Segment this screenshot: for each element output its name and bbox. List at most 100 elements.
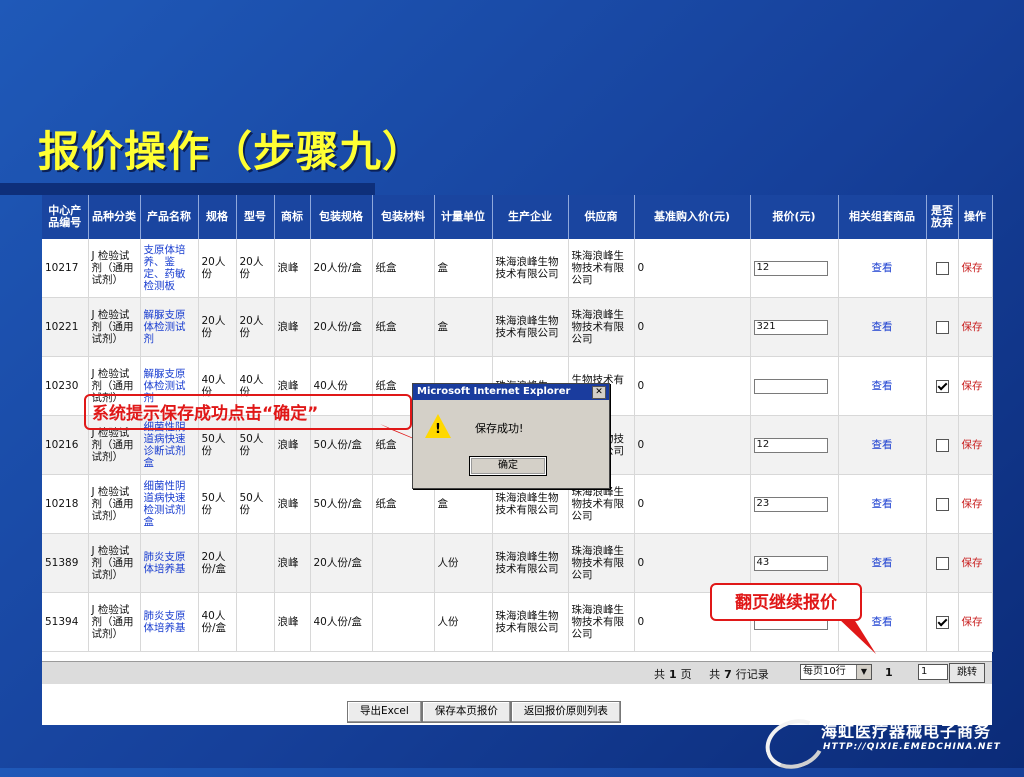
per-page-select[interactable]: 每页10行 ▼ <box>800 664 872 680</box>
cell-code: 51389 <box>42 533 89 593</box>
chevron-down-icon: ▼ <box>856 665 871 679</box>
quote-input[interactable]: 12 <box>753 260 828 276</box>
cell-category: J 检验试剂（通用试剂） <box>88 592 141 652</box>
abandon-checkbox[interactable] <box>935 261 949 275</box>
cell-brand: 浪峰 <box>274 474 311 534</box>
quote-input[interactable]: 43 <box>753 555 828 571</box>
cell-manufacturer: 珠海浪峰生物技术有限公司 <box>492 592 569 652</box>
cell-pack-material <box>372 592 435 652</box>
cell-action: 保存 <box>958 592 993 652</box>
column-header: 规格 <box>198 195 237 239</box>
cell-spec: 20人份 <box>198 239 237 298</box>
column-header: 中心产品编号 <box>42 195 89 239</box>
view-related-link[interactable]: 查看 <box>872 380 893 392</box>
save-row-link[interactable]: 保存 <box>962 262 983 274</box>
cell-name: 肺炎支原体培养基 <box>140 592 199 652</box>
view-related-link[interactable]: 查看 <box>872 262 893 274</box>
quote-input[interactable]: 12 <box>753 437 828 453</box>
quote-input[interactable] <box>753 378 828 394</box>
cell-supplier: 珠海浪峰生物技术有限公司 <box>568 533 635 593</box>
view-related-link[interactable]: 查看 <box>872 616 893 628</box>
warning-exclamation-icon: ! <box>435 422 441 437</box>
save-row-link[interactable]: 保存 <box>962 321 983 333</box>
save-row-link[interactable]: 保存 <box>962 616 983 628</box>
ok-button[interactable]: 确定 <box>469 456 547 476</box>
cell-related: 查看 <box>838 239 927 298</box>
save-row-link[interactable]: 保存 <box>962 380 983 392</box>
cell-code: 10230 <box>42 356 89 416</box>
cell-category: J 检验试剂（通用试剂） <box>88 533 141 593</box>
cell-pack-material: 纸盒 <box>372 297 435 357</box>
callout-next-page: 翻页继续报价 <box>710 583 862 621</box>
footer-logo: 海虹医疗器械电子商务 HTTP://QIXIE.EMEDCHINA.NET <box>758 711 1015 777</box>
column-header: 生产企业 <box>492 195 569 239</box>
view-related-link[interactable]: 查看 <box>872 557 893 569</box>
close-icon[interactable]: ✕ <box>592 386 606 399</box>
cell-code: 10221 <box>42 297 89 357</box>
cell-unit: 人份 <box>434 533 493 593</box>
cell-supplier: 珠海浪峰生物技术有限公司 <box>568 297 635 357</box>
column-header: 包装规格 <box>310 195 373 239</box>
view-related-link[interactable]: 查看 <box>872 439 893 451</box>
product-name-link[interactable]: 肺炎支原体培养基 <box>144 551 186 575</box>
cell-base-price: 0 <box>634 239 751 298</box>
save-row-link[interactable]: 保存 <box>962 557 983 569</box>
page-number-input[interactable]: 1 <box>918 664 948 680</box>
abandon-checkbox[interactable] <box>935 320 949 334</box>
cell-action: 保存 <box>958 533 993 593</box>
cell-name: 肺炎支原体培养基 <box>140 533 199 593</box>
save-row-link[interactable]: 保存 <box>962 498 983 510</box>
abandon-checkbox[interactable] <box>935 438 949 452</box>
cell-related: 查看 <box>838 474 927 534</box>
product-name-link[interactable]: 肺炎支原体培养基 <box>144 610 186 634</box>
cell-spec: 20人份/盒 <box>198 533 237 593</box>
back-to-quote-rules-button[interactable]: 返回报价原则列表 <box>510 701 621 723</box>
column-header: 计量单位 <box>434 195 493 239</box>
quote-input[interactable]: 23 <box>753 496 828 512</box>
column-header: 商标 <box>274 195 311 239</box>
cell-manufacturer: 珠海浪峰生物技术有限公司 <box>492 239 569 298</box>
abandon-checkbox[interactable] <box>935 615 949 629</box>
abandon-checkbox[interactable] <box>935 556 949 570</box>
save-page-quotes-button[interactable]: 保存本页报价 <box>421 701 511 723</box>
cell-pack-spec: 50人份/盒 <box>310 474 373 534</box>
pagination-bar: 共1页 共 7 行记录 每页10行 ▼ 1 1 跳转 <box>42 661 992 684</box>
cell-quote: 12 <box>750 239 839 298</box>
cell-abandon <box>926 356 959 416</box>
view-related-link[interactable]: 查看 <box>872 498 893 510</box>
column-header: 操作 <box>958 195 993 239</box>
cell-unit: 人份 <box>434 592 493 652</box>
table-row: 10217 J 检验试剂（通用试剂） 支原体培养、鉴定、药敏检测板 20人份 20人份浪… <box>42 239 993 298</box>
product-name-link[interactable]: 支原体培养、鉴定、药敏检测板 <box>144 244 186 292</box>
cell-category: J 检验试剂（通用试剂） <box>88 239 141 298</box>
quote-input[interactable]: 321 <box>753 319 828 335</box>
cell-code: 51394 <box>42 592 89 652</box>
cell-pack-material: 纸盒 <box>372 239 435 298</box>
cell-name: 细菌性阴道病快速检测试剂盒 <box>140 474 199 534</box>
export-excel-button[interactable]: 导出Excel <box>347 701 422 723</box>
cell-action: 保存 <box>958 356 993 416</box>
product-name-link[interactable]: 解脲支原体检测试剂 <box>144 309 186 345</box>
cell-abandon <box>926 415 959 475</box>
abandon-checkbox[interactable] <box>935 379 949 393</box>
save-row-link[interactable]: 保存 <box>962 439 983 451</box>
slide-title: 报价操作（步骤九） <box>38 127 426 176</box>
column-header: 是否放弃 <box>926 195 959 239</box>
product-name-link[interactable]: 细菌性阴道病快速检测试剂盒 <box>144 480 186 528</box>
cell-abandon <box>926 533 959 593</box>
cell-pack-spec: 40人份/盒 <box>310 592 373 652</box>
cell-related: 查看 <box>838 297 927 357</box>
cell-abandon <box>926 592 959 652</box>
column-header: 包装材料 <box>372 195 435 239</box>
cell-brand: 浪峰 <box>274 297 311 357</box>
cell-model: 20人份 <box>236 297 275 357</box>
cell-quote: 23 <box>750 474 839 534</box>
view-related-link[interactable]: 查看 <box>872 321 893 333</box>
jump-button[interactable]: 跳转 <box>949 663 985 683</box>
abandon-checkbox[interactable] <box>935 497 949 511</box>
cell-model: 20人份 <box>236 239 275 298</box>
cell-manufacturer: 珠海浪峰生物技术有限公司 <box>492 297 569 357</box>
cell-model: 50人份 <box>236 474 275 534</box>
column-header: 型号 <box>236 195 275 239</box>
cell-supplier: 珠海浪峰生物技术有限公司 <box>568 592 635 652</box>
